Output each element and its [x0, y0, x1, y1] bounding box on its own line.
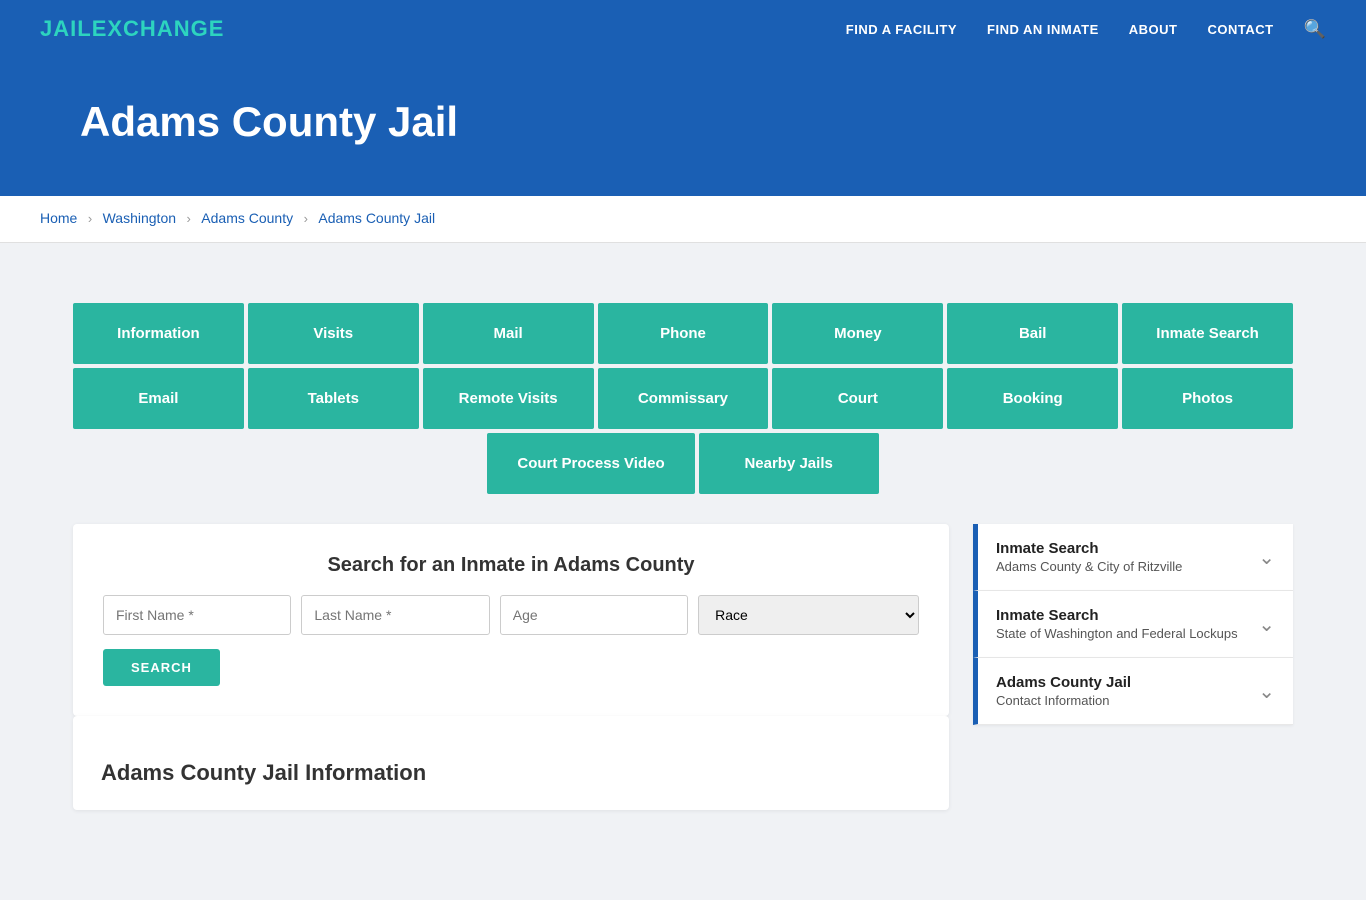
btn-information[interactable]: Information [73, 303, 244, 364]
breadcrumb-sep-2: › [186, 211, 190, 226]
btn-inmate-search[interactable]: Inmate Search [1122, 303, 1293, 364]
page-title: Adams County Jail [80, 98, 1286, 146]
nav-about[interactable]: ABOUT [1129, 22, 1178, 37]
btn-booking[interactable]: Booking [947, 368, 1118, 429]
right-sidebar: Inmate Search Adams County & City of Rit… [973, 524, 1293, 725]
search-title: Search for an Inmate in Adams County [103, 554, 919, 577]
breadcrumb-current: Adams County Jail [318, 210, 435, 226]
chevron-down-icon-3: ⌄ [1258, 679, 1275, 704]
btn-nearby-jails[interactable]: Nearby Jails [699, 433, 879, 494]
info-heading: Adams County Jail Information [101, 760, 921, 786]
nav-links: FIND A FACILITY FIND AN INMATE ABOUT CON… [846, 19, 1326, 40]
brand-logo[interactable]: JAILEXCHANGE [40, 16, 224, 42]
breadcrumb-sep-3: › [304, 211, 308, 226]
breadcrumb-home[interactable]: Home [40, 210, 77, 226]
brand-accent: E [92, 16, 108, 41]
btn-email[interactable]: Email [73, 368, 244, 429]
button-grid-row2: Email Tablets Remote Visits Commissary C… [73, 368, 1293, 429]
search-button[interactable]: SEARCH [103, 649, 220, 686]
last-name-input[interactable] [301, 595, 489, 635]
sidebar-card-1-subtitle: Adams County & City of Ritzville [996, 559, 1182, 574]
first-name-input[interactable] [103, 595, 291, 635]
sidebar-card-inmate-search-2[interactable]: Inmate Search State of Washington and Fe… [973, 591, 1293, 658]
btn-court[interactable]: Court [772, 368, 943, 429]
sidebar-card-3-title: Adams County Jail [996, 674, 1131, 691]
chevron-down-icon-1: ⌄ [1258, 545, 1275, 570]
btn-phone[interactable]: Phone [598, 303, 769, 364]
breadcrumb-washington[interactable]: Washington [103, 210, 176, 226]
nav-find-inmate[interactable]: FIND AN INMATE [987, 22, 1099, 37]
info-section: Adams County Jail Information [73, 716, 949, 810]
search-icon-button[interactable]: 🔍 [1304, 19, 1326, 40]
btn-money[interactable]: Money [772, 303, 943, 364]
button-grid-row1: Information Visits Mail Phone Money Bail… [73, 303, 1293, 364]
sidebar-card-2-subtitle: State of Washington and Federal Lockups [996, 626, 1238, 641]
btn-visits[interactable]: Visits [248, 303, 419, 364]
search-panel: Search for an Inmate in Adams County Rac… [73, 524, 949, 716]
sidebar-card-2-title: Inmate Search [996, 607, 1238, 624]
breadcrumb-sep-1: › [88, 211, 92, 226]
btn-bail[interactable]: Bail [947, 303, 1118, 364]
breadcrumb: Home › Washington › Adams County › Adams… [0, 196, 1366, 243]
race-select[interactable]: Race White Black Hispanic Asian Other [698, 595, 919, 635]
btn-tablets[interactable]: Tablets [248, 368, 419, 429]
nav-find-facility[interactable]: FIND A FACILITY [846, 22, 957, 37]
sidebar-card-1-title: Inmate Search [996, 540, 1182, 557]
brand-part2: XCHANGE [107, 16, 224, 41]
lower-section: Search for an Inmate in Adams County Rac… [73, 524, 1293, 810]
nav-contact[interactable]: CONTACT [1207, 22, 1273, 37]
navbar: JAILEXCHANGE FIND A FACILITY FIND AN INM… [0, 0, 1366, 58]
btn-remote-visits[interactable]: Remote Visits [423, 368, 594, 429]
sidebar-card-contact-info[interactable]: Adams County Jail Contact Information ⌄ [973, 658, 1293, 725]
search-fields: Race White Black Hispanic Asian Other [103, 595, 919, 635]
btn-mail[interactable]: Mail [423, 303, 594, 364]
button-grid-row3: Court Process Video Nearby Jails [73, 433, 1293, 494]
btn-court-process-video[interactable]: Court Process Video [487, 433, 694, 494]
chevron-down-icon-2: ⌄ [1258, 612, 1275, 637]
breadcrumb-adams-county[interactable]: Adams County [201, 210, 293, 226]
main-content: Information Visits Mail Phone Money Bail… [33, 273, 1333, 840]
btn-commissary[interactable]: Commissary [598, 368, 769, 429]
hero-section: Adams County Jail [0, 58, 1366, 196]
sidebar-card-3-subtitle: Contact Information [996, 693, 1131, 708]
brand-part1: JAIL [40, 16, 92, 41]
sidebar-card-inmate-search-1[interactable]: Inmate Search Adams County & City of Rit… [973, 524, 1293, 591]
age-input[interactable] [500, 595, 688, 635]
btn-photos[interactable]: Photos [1122, 368, 1293, 429]
